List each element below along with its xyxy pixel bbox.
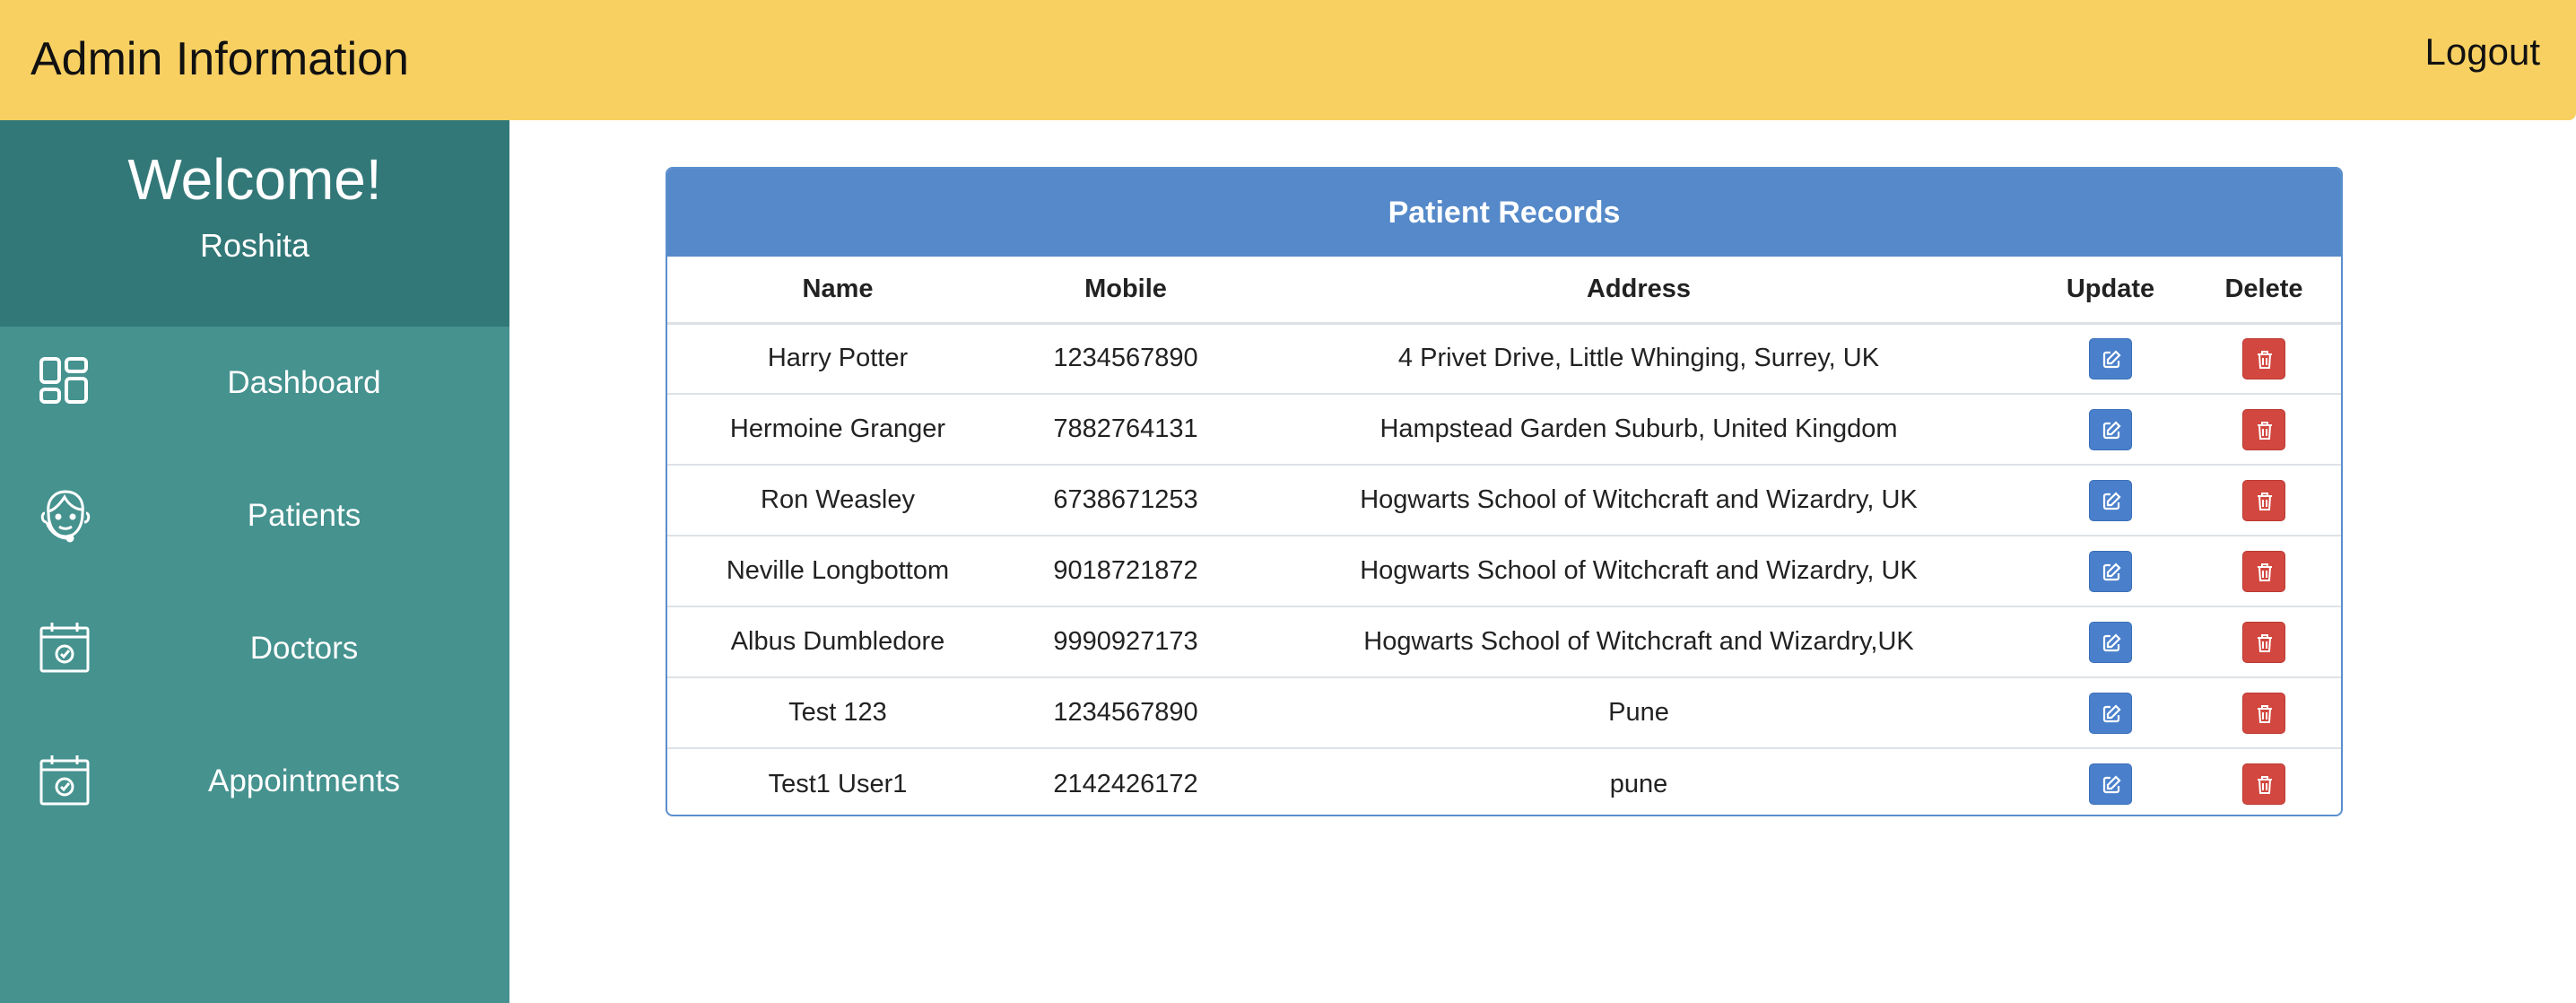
table-row: Neville Longbottom 9018721872 Hogwarts Sch… (667, 536, 2341, 607)
cell-update (2034, 606, 2187, 678)
sidebar-item-doctors[interactable]: Doctors (0, 594, 509, 702)
trash-icon (2258, 492, 2272, 510)
cell-mobile: 1234567890 (1008, 677, 1243, 749)
dashboard-grid-icon (39, 357, 88, 404)
update-button[interactable] (2089, 550, 2132, 592)
edit-icon (2102, 632, 2121, 651)
delete-button[interactable] (2242, 337, 2285, 379)
column-header-update: Update (2034, 257, 2187, 325)
table-row: Test 123 1234567890 Pune (667, 677, 2341, 749)
welcome-heading: Welcome! (127, 147, 382, 212)
edit-icon (2102, 491, 2121, 510)
top-header-bar: Admin Information Logout (0, 0, 2576, 120)
sidebar-item-label: Patients (247, 498, 361, 533)
edit-icon (2102, 350, 2121, 368)
cell-mobile: 2142426172 (1053, 769, 1198, 798)
trash-icon (2258, 633, 2272, 652)
cell-update (2034, 323, 2187, 395)
update-button[interactable] (2089, 763, 2132, 805)
cell-address: Hampstead Garden Suburb, United Kingdom (1243, 394, 2034, 466)
trash-icon (2258, 350, 2272, 369)
sidebar-item-label: Doctors (249, 631, 359, 666)
cell-update (2034, 536, 2187, 607)
cell-mobile: 9990927173 (1008, 606, 1243, 678)
cell-update (2034, 748, 2187, 815)
cell-delete (2187, 394, 2341, 466)
cell-mobile: 1234567890 (1008, 323, 1243, 395)
table-row: Ron Weasley 6738671253 Hogwarts School of … (667, 465, 2341, 536)
cell-update (2034, 465, 2187, 536)
update-button[interactable] (2089, 337, 2132, 379)
edit-icon (2102, 703, 2121, 722)
update-button[interactable] (2089, 621, 2132, 663)
cell-name: Neville Longbottom (667, 536, 1008, 607)
delete-button[interactable] (2242, 550, 2285, 592)
update-button[interactable] (2089, 479, 2132, 521)
cell-name: Test 123 (667, 677, 1008, 749)
cell-mobile: 9018721872 (1008, 536, 1243, 607)
delete-button[interactable] (2242, 621, 2285, 663)
cell-update (2034, 394, 2187, 466)
trash-icon (2258, 776, 2272, 794)
column-header-delete: Delete (2187, 257, 2341, 325)
sidebar: Welcome! Roshita Dashboard Patients Doct… (0, 120, 509, 1003)
cell-mobile: 6738671253 (1008, 465, 1243, 536)
trash-icon (2258, 421, 2272, 440)
table-row: Albus Dumbledore 9990927173 Hogwarts Schoo… (667, 606, 2341, 678)
column-header-mobile: Mobile (1008, 257, 1243, 325)
table-header-row: Name Mobile Address Update Delete (667, 257, 2341, 325)
patient-face-icon (40, 490, 91, 543)
cell-name: Test1 User1 (768, 769, 908, 798)
cell-name: Ron Weasley (667, 465, 1008, 536)
delete-button[interactable] (2242, 763, 2285, 805)
cell-address: Hogwarts School of Witchcraft and Wizard… (1243, 606, 2034, 678)
cell-address: Hogwarts School of Witchcraft and Wizard… (1243, 465, 2034, 536)
edit-icon (2102, 420, 2121, 439)
update-button[interactable] (2089, 408, 2132, 450)
cell-update (2034, 677, 2187, 749)
patient-records-card: Patient Records Name Mobile Address Upda… (666, 167, 2343, 816)
cell-name: Harry Potter (667, 323, 1008, 395)
app-title: Admin Information (30, 33, 409, 85)
sidebar-item-dashboard[interactable]: Dashboard (0, 328, 509, 436)
cell-mobile: 7882764131 (1008, 394, 1243, 466)
cell-delete (2187, 606, 2341, 678)
cell-delete (2187, 323, 2341, 395)
welcome-username: Roshita (199, 227, 310, 264)
delete-button[interactable] (2242, 408, 2285, 450)
cell-delete (2187, 465, 2341, 536)
edit-icon (2102, 562, 2121, 580)
cell-delete (2187, 677, 2341, 749)
table-row: Test1 User1 2142426172 pune (667, 748, 2341, 815)
calendar-check-icon (39, 623, 90, 673)
welcome-block: Welcome! Roshita (0, 120, 509, 327)
column-header-name: Name (667, 257, 1008, 325)
cell-address: Pune (1243, 677, 2034, 749)
logout-link[interactable]: Logout (2425, 25, 2540, 79)
sidebar-item-appointments[interactable]: Appointments (0, 727, 509, 834)
cell-delete (2187, 748, 2341, 815)
cell-delete (2187, 536, 2341, 607)
card-title: Patient Records (667, 169, 2341, 257)
column-header-address: Address (1243, 257, 2034, 325)
calendar-check-icon (39, 755, 90, 806)
sidebar-item-label: Appointments (207, 763, 401, 798)
cell-address: Hogwarts School of Witchcraft and Wizard… (1243, 536, 2034, 607)
patient-records-table: Name Mobile Address Update Delete Harry … (667, 257, 2341, 815)
table-row: Harry Potter 1234567890 4 Privet Drive, Li… (667, 323, 2341, 395)
trash-icon (2258, 704, 2272, 723)
update-button[interactable] (2089, 692, 2132, 734)
cell-address: pune (1609, 769, 1668, 798)
edit-icon (2102, 775, 2121, 794)
sidebar-item-patients[interactable]: Patients (0, 461, 509, 569)
trash-icon (2258, 563, 2272, 581)
sidebar-item-label: Dashboard (227, 365, 381, 400)
cell-address: 4 Privet Drive, Little Whinging, Surrey,… (1243, 323, 2034, 395)
cell-name: Hermoine Granger (667, 394, 1008, 466)
table-row: Hermoine Granger 7882764131 Hampstead Gard… (667, 394, 2341, 466)
cell-name: Albus Dumbledore (667, 606, 1008, 678)
delete-button[interactable] (2242, 692, 2285, 734)
delete-button[interactable] (2242, 479, 2285, 521)
